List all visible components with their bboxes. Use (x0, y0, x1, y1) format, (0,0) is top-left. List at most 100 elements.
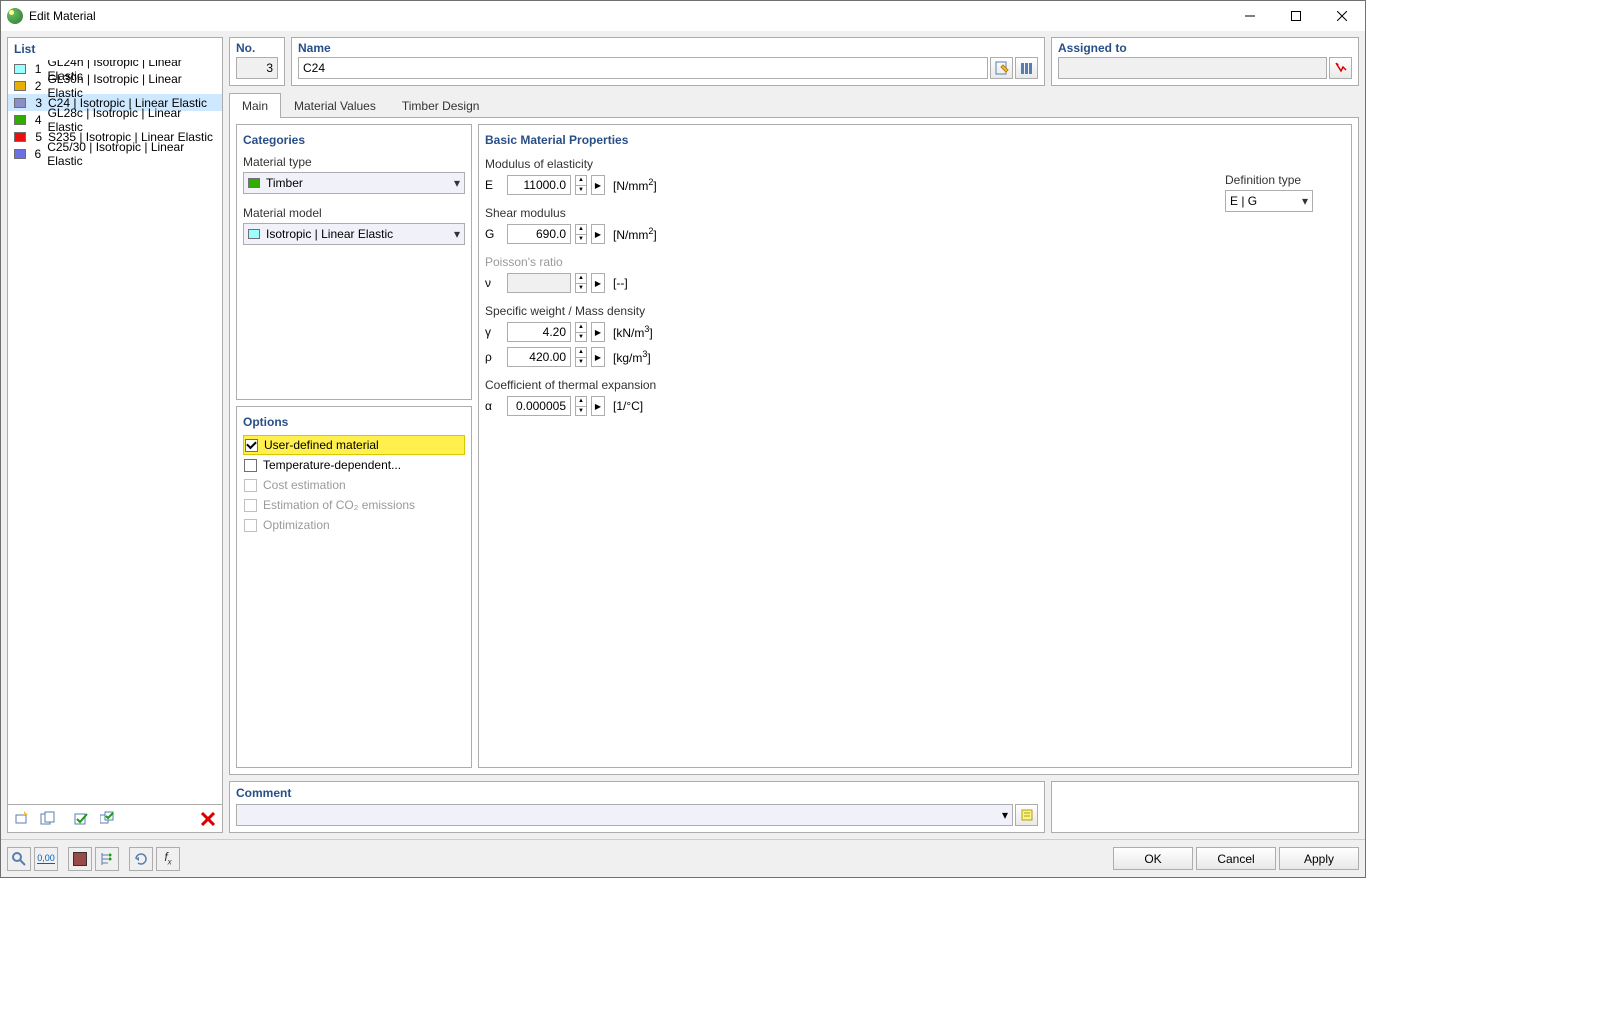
pick-assigned-button[interactable] (1329, 57, 1352, 79)
new-item-button[interactable] (10, 807, 34, 831)
options-header: Options (243, 413, 465, 435)
material-swatch (14, 115, 26, 125)
update-button[interactable] (129, 847, 153, 871)
basic-properties-header: Basic Material Properties (485, 131, 1345, 153)
color-button[interactable] (68, 847, 92, 871)
comment-right-block (1051, 781, 1359, 833)
check-button[interactable] (70, 807, 94, 831)
weight-label: Specific weight / Mass density (485, 304, 1345, 318)
prop-symbol: γ (485, 325, 503, 339)
copy-item-button[interactable] (36, 807, 60, 831)
prop-E-input[interactable] (507, 175, 571, 195)
list-item-num: 3 (32, 96, 42, 110)
chevron-down-icon: ▾ (1302, 194, 1308, 208)
delete-button[interactable] (196, 807, 220, 831)
material-swatch (14, 64, 26, 74)
no-input[interactable] (236, 57, 278, 79)
spinner[interactable]: ▲▼ (575, 322, 587, 342)
chevron-down-icon: ▾ (454, 176, 460, 190)
material-model-value: Isotropic | Linear Elastic (266, 227, 393, 241)
comment-note-button[interactable] (1015, 804, 1038, 826)
assigned-to-box: Assigned to (1051, 37, 1359, 86)
play-icon[interactable]: ▶ (591, 347, 605, 367)
option-temperature-dependent[interactable]: Temperature-dependent... (243, 455, 465, 475)
app-icon (7, 8, 23, 24)
list-item-num: 1 (32, 62, 42, 76)
material-model-combo[interactable]: Isotropic | Linear Elastic ▾ (243, 223, 465, 245)
name-box: Name (291, 37, 1045, 86)
spinner[interactable]: ▲▼ (575, 175, 587, 195)
prop-unit: [N/mm2] (613, 177, 657, 193)
titlebar: Edit Material (1, 1, 1365, 31)
checkbox-icon[interactable] (245, 439, 258, 452)
list-item-label: C25/30 | Isotropic | Linear Elastic (47, 140, 216, 168)
tree-button[interactable] (95, 847, 119, 871)
tab-material-values[interactable]: Material Values (281, 93, 389, 118)
assigned-to-input[interactable] (1058, 57, 1327, 79)
list-item[interactable]: 4GL28c | Isotropic | Linear Elastic (8, 111, 222, 128)
play-icon: ▶ (591, 273, 605, 293)
checkbox-icon (244, 519, 257, 532)
play-icon[interactable]: ▶ (591, 175, 605, 195)
tab-main[interactable]: Main (229, 93, 281, 118)
option-co2-emissions: Estimation of CO₂ emissions (243, 495, 465, 515)
window-title: Edit Material (29, 9, 1227, 23)
assigned-to-label: Assigned to (1058, 41, 1352, 57)
play-icon[interactable]: ▶ (591, 396, 605, 416)
comment-combo[interactable]: ▾ (236, 804, 1013, 826)
name-input[interactable] (298, 57, 988, 79)
material-swatch (14, 149, 26, 159)
minimize-button[interactable] (1227, 1, 1273, 31)
units-button[interactable]: 0,00 (34, 847, 58, 871)
prop-gamma-input[interactable] (507, 322, 571, 342)
material-type-value: Timber (266, 176, 303, 190)
list-item-num: 6 (32, 147, 42, 161)
prop-symbol: ρ (485, 350, 503, 364)
material-type-label: Material type (243, 155, 465, 169)
play-icon[interactable]: ▶ (591, 224, 605, 244)
material-type-swatch (248, 178, 260, 188)
prop-nu-input (507, 273, 571, 293)
prop-G-input[interactable] (507, 224, 571, 244)
prop-alpha-input[interactable] (507, 396, 571, 416)
library-button[interactable] (1015, 57, 1038, 79)
comment-header: Comment (236, 786, 1038, 804)
material-list[interactable]: 1GL24h | Isotropic | Linear Elastic2GL30… (8, 60, 222, 804)
option-user-defined[interactable]: User-defined material (243, 435, 465, 455)
spinner: ▲▼ (575, 273, 587, 293)
shear-label: Shear modulus (485, 206, 1345, 220)
categories-header: Categories (243, 131, 465, 153)
edit-name-button[interactable] (990, 57, 1013, 79)
prop-rho-input[interactable] (507, 347, 571, 367)
ok-button[interactable]: OK (1113, 847, 1193, 870)
prop-unit: [--] (613, 276, 628, 290)
poisson-label: Poisson's ratio (485, 255, 1345, 269)
name-label: Name (298, 41, 1038, 57)
help-button[interactable] (7, 847, 31, 871)
spinner[interactable]: ▲▼ (575, 396, 587, 416)
option-cost-estimation: Cost estimation (243, 475, 465, 495)
cancel-button[interactable]: Cancel (1196, 847, 1276, 870)
material-swatch (14, 98, 26, 108)
spinner[interactable]: ▲▼ (575, 347, 587, 367)
spinner[interactable]: ▲▼ (575, 224, 587, 244)
prop-symbol: G (485, 227, 503, 241)
close-button[interactable] (1319, 1, 1365, 31)
tab-timber-design[interactable]: Timber Design (389, 93, 493, 118)
list-item[interactable]: 2GL30h | Isotropic | Linear Elastic (8, 77, 222, 94)
maximize-button[interactable] (1273, 1, 1319, 31)
list-item-num: 2 (32, 79, 42, 93)
option-label: Optimization (263, 518, 330, 532)
checkbox-icon[interactable] (244, 459, 257, 472)
list-item[interactable]: 6C25/30 | Isotropic | Linear Elastic (8, 145, 222, 162)
prop-unit: [kg/m3] (613, 349, 651, 365)
prop-symbol: α (485, 399, 503, 413)
material-model-swatch (248, 229, 260, 239)
check-all-button[interactable] (96, 807, 120, 831)
play-icon[interactable]: ▶ (591, 322, 605, 342)
list-panel: List 1GL24h | Isotropic | Linear Elastic… (7, 37, 223, 833)
material-type-combo[interactable]: Timber ▾ (243, 172, 465, 194)
definition-type-combo[interactable]: E | G ▾ (1225, 190, 1313, 212)
apply-button[interactable]: Apply (1279, 847, 1359, 870)
fx-button[interactable]: fx (156, 847, 180, 871)
